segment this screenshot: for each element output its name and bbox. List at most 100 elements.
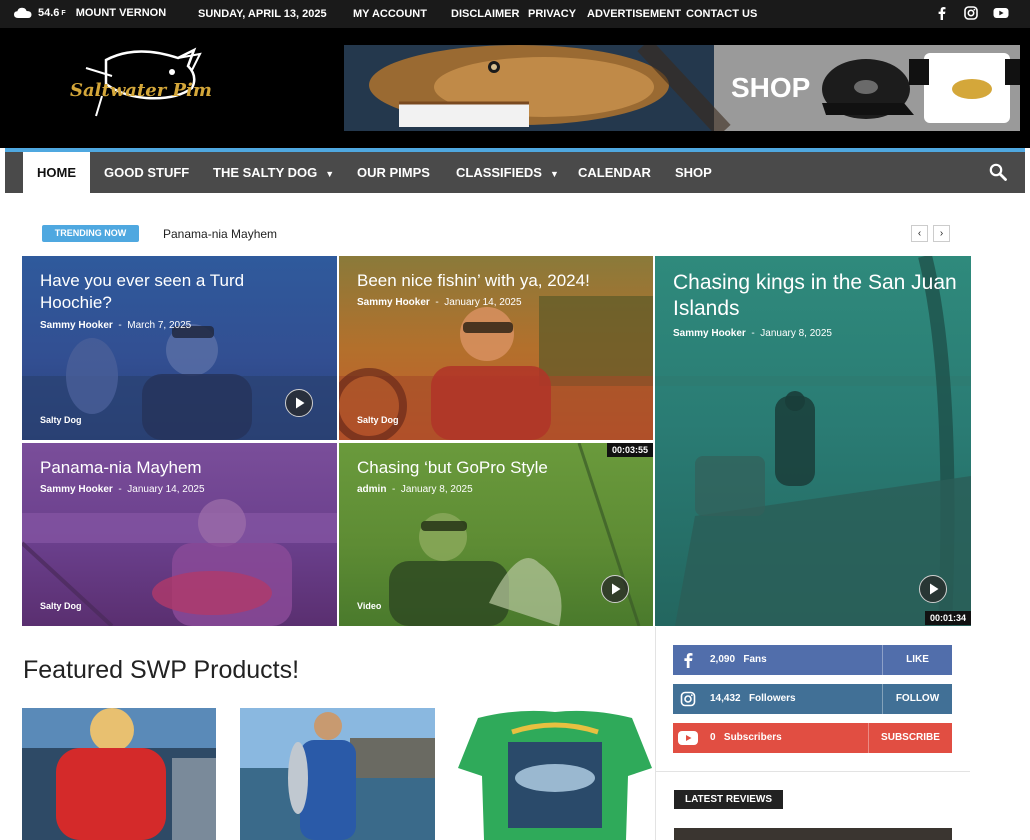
youtube-icon (673, 723, 703, 753)
video-duration: 00:01:34 (924, 611, 971, 625)
play-icon[interactable] (601, 575, 629, 603)
post-tile-nice-fishin[interactable]: Been nice fishin’ with ya, 2024! Sammy H… (339, 256, 653, 440)
site-logo[interactable]: Saltwater Pimp Co. (66, 46, 263, 134)
youtube-count: 0 Subscribers (710, 732, 782, 743)
banner-art: SHOP (344, 45, 1020, 131)
tile-meta: Sammy Hooker - March 7, 2025 (40, 320, 192, 331)
product-photo (458, 708, 652, 840)
post-tile-chasing-kings[interactable]: Chasing kings in the San Juan Islands Sa… (655, 256, 971, 626)
tile-title: Chasing kings in the San Juan Islands (673, 271, 957, 320)
tile-meta: Sammy Hooker - January 14, 2025 (357, 297, 522, 308)
instagram-icon (673, 684, 703, 714)
trending-prev-button[interactable]: ‹ (911, 225, 928, 242)
tile-date: January 8, 2025 (760, 328, 832, 339)
trending-badge: TRENDING NOW (42, 225, 139, 242)
nav-our-pimps[interactable]: OUR PIMPS (357, 152, 430, 193)
top-link-my-account[interactable]: MY ACCOUNT (353, 8, 427, 20)
youtube-counter[interactable]: 0 Subscribers SUBSCRIBE (673, 723, 952, 753)
tile-author: Sammy Hooker (357, 297, 430, 308)
tile-meta: admin - January 8, 2025 (357, 484, 473, 495)
tile-title: Have you ever seen a Turd Hoochie? (40, 271, 245, 312)
video-duration: 00:03:55 (606, 443, 653, 457)
tile-meta: Sammy Hooker - January 14, 2025 (40, 484, 205, 495)
post-tile-panama-nia[interactable]: Panama-nia Mayhem Sammy Hooker - January… (22, 443, 337, 626)
nav-the-salty-dog[interactable]: THE SALTY DOG ▼ (213, 152, 334, 193)
top-link-privacy[interactable]: PRIVACY (528, 8, 576, 20)
main-nav: HOME GOOD STUFF THE SALTY DOG ▼ OUR PIMPS… (5, 148, 1025, 193)
instagram-count: 14,432 Followers (710, 693, 796, 704)
nav-home-label: HOME (37, 165, 76, 180)
location: MOUNT VERNON (75, 7, 167, 19)
facebook-like-button[interactable]: LIKE (882, 645, 952, 675)
nav-classifieds[interactable]: CLASSIFIEDS ▼ (456, 152, 559, 193)
logo-wordmark: Saltwater Pimp Co. (70, 80, 212, 101)
nav-shop-label: SHOP (675, 165, 712, 180)
chevron-down-icon: ▼ (325, 169, 335, 179)
cloud-icon (14, 7, 32, 18)
nav-calendar-label: CALENDAR (578, 165, 651, 180)
tile-category[interactable]: Salty Dog (40, 415, 82, 425)
tile-author: Sammy Hooker (40, 320, 113, 331)
nav-the-salty-dog-label: THE SALTY DOG (213, 165, 318, 180)
tile-author: Sammy Hooker (40, 484, 113, 495)
tile-category[interactable]: Salty Dog (40, 601, 82, 611)
play-icon[interactable] (285, 389, 313, 417)
nav-good-stuff-label: GOOD STUFF (104, 165, 190, 180)
shop-banner[interactable]: SHOP (344, 45, 1020, 131)
tile-title: Chasing ‘but GoPro Style (357, 458, 548, 477)
top-social-icons (935, 6, 1009, 20)
nav-good-stuff[interactable]: GOOD STUFF (104, 152, 189, 193)
nav-shop[interactable]: SHOP (675, 152, 712, 193)
top-bar: 54.6 F MOUNT VERNON SUNDAY, APRIL 13, 20… (0, 0, 1030, 28)
tile-author: admin (357, 484, 387, 495)
review-thumbnail[interactable] (674, 828, 952, 840)
facebook-icon[interactable] (935, 6, 949, 20)
tile-date: January 14, 2025 (444, 297, 522, 308)
instagram-icon[interactable] (964, 6, 978, 20)
post-tile-turd-hoochie[interactable]: Have you ever seen a Turd Hoochie? Sammy… (22, 256, 337, 440)
featured-section-title: Featured SWP Products! (23, 656, 300, 684)
nav-home[interactable]: HOME (23, 152, 90, 193)
banner-shop-text: SHOP (731, 72, 810, 103)
product-photo (22, 708, 216, 840)
youtube-subscribe-button[interactable]: SUBSCRIBE (868, 723, 952, 753)
play-icon[interactable] (919, 575, 947, 603)
trending-next-button[interactable]: › (933, 225, 950, 242)
product-card[interactable] (240, 708, 435, 840)
product-card[interactable] (458, 708, 652, 840)
logo-fish-icon: Saltwater Pimp Co. (70, 47, 263, 117)
tile-author: Sammy Hooker (673, 328, 746, 339)
nav-calendar[interactable]: CALENDAR (578, 152, 651, 193)
tile-date: March 7, 2025 (127, 320, 192, 331)
trending-headline[interactable]: Panama-nia Mayhem (163, 227, 277, 241)
top-link-contact-us[interactable]: CONTACT US (686, 8, 757, 20)
facebook-counter[interactable]: 2,090 Fans LIKE (673, 645, 952, 675)
instagram-follow-button[interactable]: FOLLOW (882, 684, 952, 714)
tile-date: January 8, 2025 (400, 484, 473, 495)
top-link-advertisement[interactable]: ADVERTISEMENT (587, 8, 681, 20)
latest-reviews-badge: LATEST REVIEWS (674, 790, 783, 809)
nav-our-pimps-label: OUR PIMPS (357, 165, 430, 180)
column-divider (655, 627, 656, 840)
product-card[interactable] (22, 708, 216, 840)
instagram-counter[interactable]: 14,432 Followers FOLLOW (673, 684, 952, 714)
tile-title: Panama-nia Mayhem (40, 458, 202, 477)
facebook-icon (673, 645, 703, 675)
tile-date: January 14, 2025 (127, 484, 205, 495)
current-date: SUNDAY, APRIL 13, 2025 (198, 8, 327, 20)
tile-meta: Sammy Hooker - January 8, 2025 (673, 328, 832, 339)
page: 54.6 F MOUNT VERNON SUNDAY, APRIL 13, 20… (0, 0, 1030, 840)
sidebar-divider (656, 771, 970, 772)
temperature-unit: F (61, 9, 66, 17)
nav-classifieds-label: CLASSIFIEDS (456, 165, 542, 180)
product-photo (240, 708, 435, 840)
search-icon[interactable] (989, 163, 1007, 181)
youtube-icon[interactable] (993, 6, 1009, 20)
top-link-disclaimer[interactable]: DISCLAIMER (451, 8, 519, 20)
facebook-count: 2,090 Fans (710, 654, 767, 665)
tile-title: Been nice fishin’ with ya, 2024! (357, 271, 590, 290)
tile-category[interactable]: Video (357, 601, 381, 611)
chevron-down-icon: ▼ (549, 169, 559, 179)
tile-category[interactable]: Salty Dog (357, 415, 399, 425)
post-tile-gopro-style[interactable]: 00:03:55 Chasing ‘but GoPro Style admin … (339, 443, 653, 626)
